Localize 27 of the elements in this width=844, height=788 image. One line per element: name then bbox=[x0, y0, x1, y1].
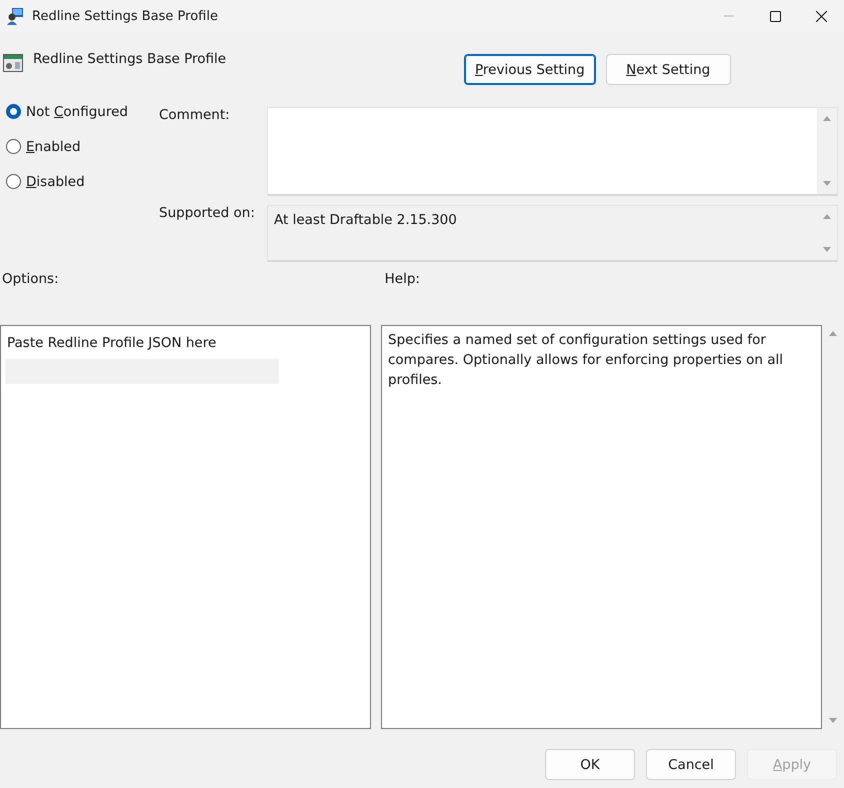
setting-title: Redline Settings Base Profile bbox=[33, 51, 226, 67]
settings-window-icon bbox=[3, 53, 23, 73]
help-text: Specifies a named set of configuration settings used for compares. Optionally allows for enforcing properties on all profiles. bbox=[387, 331, 784, 390]
options-prompt: Paste Redline Profile JSON here bbox=[6, 334, 218, 351]
dialog-button[interactable]: Cancel bbox=[646, 749, 736, 780]
scroll-down-icon[interactable] bbox=[823, 247, 831, 252]
scroll-up-icon[interactable] bbox=[823, 214, 831, 219]
state-radio[interactable]: Disabled bbox=[6, 171, 159, 192]
field-label: Comment: bbox=[159, 107, 231, 125]
scroll-down-icon[interactable] bbox=[829, 718, 837, 723]
navigation-button[interactable]: Next Setting bbox=[606, 54, 731, 85]
dialog-button[interactable]: OK bbox=[545, 749, 635, 780]
navigation-button[interactable]: Previous Setting bbox=[464, 54, 596, 85]
window-title: Redline Settings Base Profile bbox=[32, 8, 219, 24]
close-icon[interactable] bbox=[816, 10, 826, 22]
computer-user-icon bbox=[6, 7, 24, 25]
field-label: Supported on: bbox=[159, 205, 256, 223]
state-radio[interactable]: Enabled bbox=[6, 136, 159, 157]
section-label: Options: bbox=[2, 271, 59, 287]
scroll-up-icon[interactable] bbox=[829, 331, 837, 336]
comment-field[interactable] bbox=[267, 107, 838, 196]
state-radio[interactable]: Not Configured bbox=[6, 101, 159, 122]
scroll-up-icon[interactable] bbox=[823, 116, 831, 121]
maximize-icon[interactable] bbox=[770, 10, 780, 22]
supported-on-text: At least Draftable 2.15.300 bbox=[273, 211, 458, 230]
scroll-down-icon[interactable] bbox=[823, 181, 831, 186]
section-label: Help: bbox=[384, 271, 420, 287]
